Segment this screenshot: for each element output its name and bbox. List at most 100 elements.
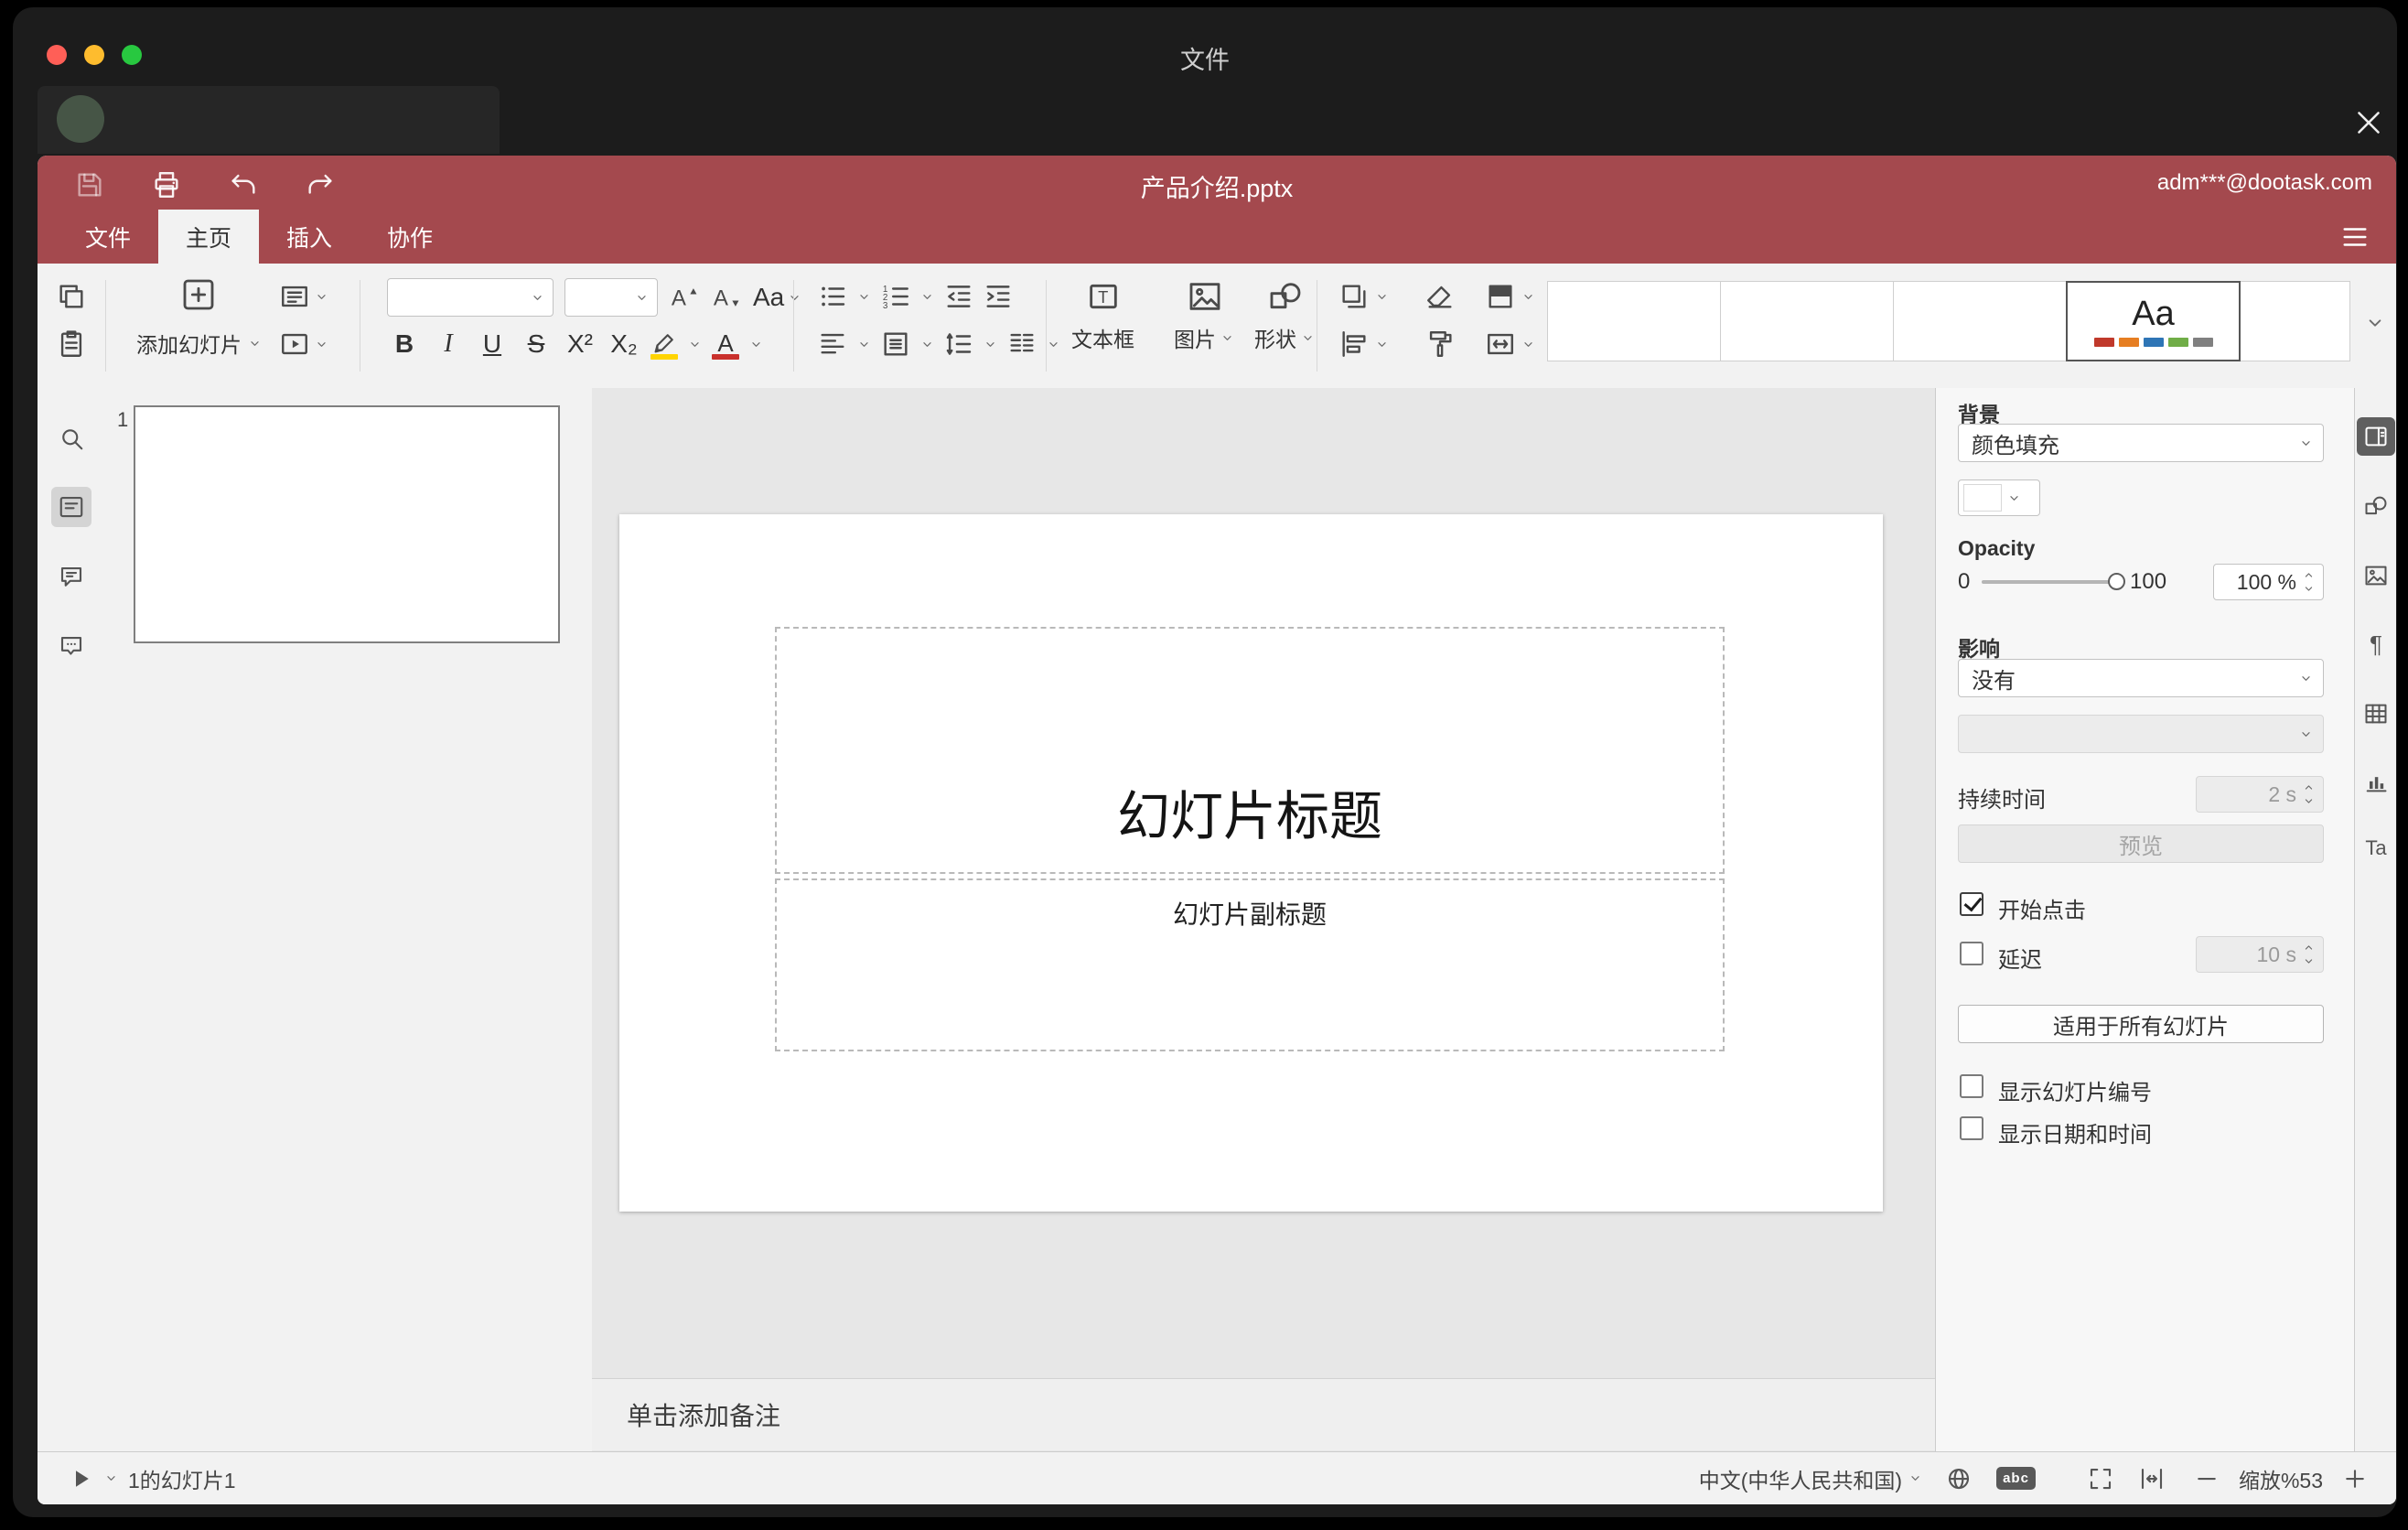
shape-align-button[interactable] bbox=[1338, 329, 1390, 360]
zoom-out-icon[interactable] bbox=[2193, 1465, 2220, 1492]
color-scheme-button[interactable] bbox=[1485, 281, 1536, 312]
spinner-down-icon[interactable] bbox=[2302, 794, 2316, 808]
slide-size-button[interactable] bbox=[1485, 329, 1536, 360]
close-icon[interactable] bbox=[2352, 106, 2385, 139]
font-size-select[interactable] bbox=[564, 278, 658, 317]
indent-icon[interactable] bbox=[983, 281, 1014, 312]
chart-settings-button[interactable] bbox=[2357, 763, 2395, 802]
effect-select[interactable]: 没有 bbox=[1958, 659, 2324, 697]
start-on-click-checkbox[interactable] bbox=[1960, 892, 1983, 916]
shape-settings-button[interactable] bbox=[2357, 487, 2395, 525]
delay-spinner[interactable]: 10 s bbox=[2196, 936, 2324, 973]
theme-tile-selected[interactable]: Aa bbox=[2066, 281, 2241, 361]
slide-settings-button[interactable] bbox=[2357, 417, 2395, 456]
theme-tile[interactable] bbox=[1893, 281, 2067, 361]
bold-button[interactable]: B bbox=[387, 326, 422, 362]
globe-icon[interactable] bbox=[1945, 1465, 1973, 1492]
insert-image-button[interactable]: 图片 bbox=[1174, 278, 1235, 353]
spinner-up-icon[interactable] bbox=[2302, 781, 2316, 794]
change-case-button[interactable]: Aa bbox=[753, 279, 802, 316]
copy-style-icon[interactable] bbox=[1424, 329, 1456, 360]
fill-color-picker[interactable] bbox=[1958, 479, 2040, 516]
subtitle-placeholder[interactable]: 幻灯片副标题 bbox=[775, 878, 1725, 1051]
numbering-icon[interactable]: 123 bbox=[880, 281, 911, 312]
chevron-down-icon[interactable] bbox=[748, 337, 764, 352]
outdent-icon[interactable] bbox=[943, 281, 974, 312]
line-spacing-icon[interactable] bbox=[943, 329, 974, 360]
zoom-in-icon[interactable] bbox=[2341, 1465, 2369, 1492]
apply-to-all-slides-button[interactable]: 适用于所有幻灯片 bbox=[1958, 1005, 2324, 1043]
copy-icon[interactable] bbox=[56, 281, 87, 312]
slide[interactable]: 幻灯片标题 幻灯片副标题 bbox=[619, 514, 1883, 1212]
chevron-down-icon[interactable] bbox=[103, 1471, 119, 1486]
effect-variant-select[interactable] bbox=[1958, 715, 2324, 753]
subscript-button[interactable]: X₂ bbox=[607, 326, 641, 362]
increase-font-icon[interactable]: A bbox=[669, 282, 700, 313]
spellcheck-icon[interactable]: abc bbox=[1996, 1467, 2036, 1490]
table-settings-button[interactable] bbox=[2357, 695, 2395, 733]
notes-area[interactable]: 单击添加备注 bbox=[592, 1378, 1935, 1450]
add-slide-icon[interactable] bbox=[180, 276, 217, 313]
bullets-icon[interactable] bbox=[817, 281, 848, 312]
slide-layout-button[interactable] bbox=[279, 281, 329, 312]
chevron-down-icon[interactable] bbox=[919, 289, 935, 305]
comments-button[interactable] bbox=[51, 557, 91, 598]
opacity-slider-track[interactable] bbox=[1982, 580, 2117, 584]
menu-icon[interactable] bbox=[2339, 221, 2370, 253]
insert-text-box-button[interactable]: T 文本框 bbox=[1071, 278, 1134, 353]
opacity-spinner[interactable]: 100 % bbox=[2213, 564, 2324, 600]
underline-button[interactable]: U bbox=[475, 326, 510, 362]
search-button[interactable] bbox=[51, 418, 91, 458]
spinner-up-icon[interactable] bbox=[2302, 568, 2316, 582]
preview-button[interactable] bbox=[279, 329, 329, 360]
insert-shape-button[interactable]: 形状 bbox=[1254, 278, 1316, 353]
spinner-down-icon[interactable] bbox=[2302, 954, 2316, 968]
play-icon[interactable] bbox=[67, 1465, 94, 1492]
vertical-align-icon[interactable] bbox=[880, 329, 911, 360]
textart-settings-button[interactable]: Ta bbox=[2357, 829, 2395, 867]
delay-checkbox[interactable] bbox=[1960, 942, 1983, 965]
strikeout-button[interactable]: S bbox=[519, 326, 554, 362]
font-color-button[interactable]: A bbox=[712, 329, 739, 360]
duration-spinner[interactable]: 2 s bbox=[2196, 776, 2324, 813]
theme-tile[interactable] bbox=[2240, 281, 2350, 361]
columns-icon[interactable] bbox=[1006, 329, 1037, 360]
superscript-button[interactable]: X² bbox=[563, 326, 597, 362]
italic-button[interactable]: I bbox=[431, 326, 466, 362]
paste-icon[interactable] bbox=[56, 329, 87, 360]
tab-file[interactable]: 文件 bbox=[58, 210, 158, 264]
chevron-down-icon[interactable] bbox=[919, 337, 935, 352]
show-slide-number-checkbox[interactable] bbox=[1960, 1074, 1983, 1098]
clear-style-icon[interactable] bbox=[1424, 281, 1456, 312]
title-placeholder[interactable]: 幻灯片标题 bbox=[775, 627, 1725, 874]
chevron-down-icon[interactable] bbox=[856, 337, 872, 352]
add-slide-button[interactable]: 添加幻灯片 bbox=[136, 328, 263, 359]
fill-type-select[interactable]: 颜色填充 bbox=[1958, 424, 2324, 462]
slides-panel-button[interactable] bbox=[51, 487, 91, 527]
highlight-color-button[interactable] bbox=[650, 329, 678, 360]
chevron-down-icon[interactable] bbox=[983, 337, 998, 352]
tab-collaboration[interactable]: 协作 bbox=[360, 210, 460, 264]
theme-tile[interactable] bbox=[1720, 281, 1894, 361]
theme-tile[interactable] bbox=[1547, 281, 1721, 361]
slide-thumbnail[interactable] bbox=[134, 405, 560, 643]
arrange-button[interactable] bbox=[1338, 281, 1390, 312]
chat-button[interactable] bbox=[51, 627, 91, 667]
tab-home[interactable]: 主页 bbox=[158, 210, 260, 264]
preview-effect-button[interactable]: 预览 bbox=[1958, 824, 2324, 863]
spinner-down-icon[interactable] bbox=[2302, 582, 2316, 596]
opacity-slider-knob[interactable] bbox=[2108, 573, 2125, 590]
gallery-expand-icon[interactable] bbox=[2363, 311, 2387, 335]
font-name-select[interactable] bbox=[387, 278, 554, 317]
chevron-down-icon[interactable] bbox=[1046, 337, 1061, 352]
decrease-font-icon[interactable]: A bbox=[711, 282, 742, 313]
spinner-up-icon[interactable] bbox=[2302, 941, 2316, 954]
language-select[interactable]: 中文(中华人民共和国) bbox=[1699, 1463, 1902, 1494]
image-settings-button[interactable] bbox=[2357, 556, 2395, 595]
align-left-icon[interactable] bbox=[817, 329, 848, 360]
tab-insert[interactable]: 插入 bbox=[259, 210, 360, 264]
show-date-time-checkbox[interactable] bbox=[1960, 1116, 1983, 1140]
chevron-down-icon[interactable] bbox=[856, 289, 872, 305]
paragraph-settings-button[interactable]: ¶ bbox=[2357, 625, 2395, 663]
chevron-down-icon[interactable] bbox=[1908, 1471, 1923, 1486]
